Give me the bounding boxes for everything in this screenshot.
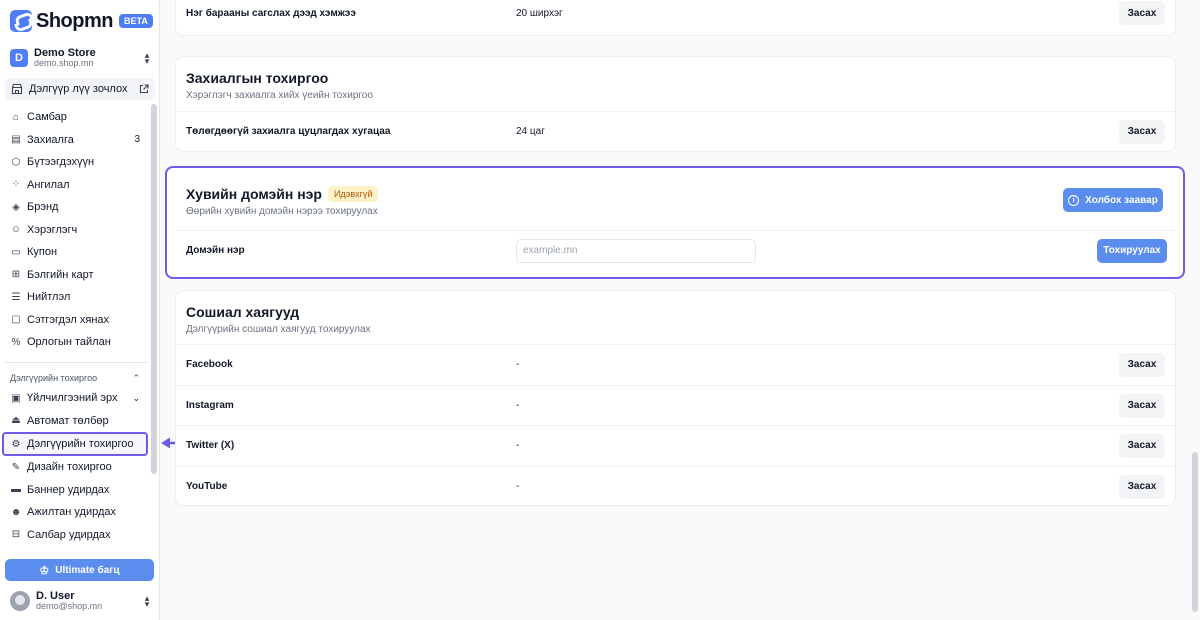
unpaid-order-cancel-value: 24 цаг — [516, 126, 545, 137]
settings-icon: ⚙ — [11, 438, 21, 450]
sidebar-item-staff[interactable]: ☻ Ажилтан удирдах — [0, 501, 150, 524]
custom-domain-title: Хувийн домэйн нэр — [186, 186, 322, 202]
unpaid-order-cancel-label: Төлөгдөөгүй захиалга цуцлагдах хугацаа — [186, 126, 391, 137]
sidebar-item-revenue-report[interactable]: % Орлогын тайлан — [0, 331, 150, 354]
staff-icon: ☻ — [10, 506, 22, 518]
chevron-up-icon: ⌃ — [132, 372, 140, 383]
edit-facebook-button[interactable]: Засах — [1119, 352, 1165, 377]
tag-icon: ◈ — [12, 201, 20, 213]
edit-unpaid-order-button[interactable]: Засах — [1119, 119, 1165, 144]
brush-icon: ✎ — [11, 461, 21, 473]
edit-instagram-button[interactable]: Засах — [1119, 393, 1165, 418]
social-row-instagram: Instagram - Засах — [176, 385, 1175, 425]
gift-icon: ⊞ — [11, 269, 21, 281]
unpaid-order-cancel-row: Төлөгдөөгүй захиалга цуцлагдах хугацаа 2… — [176, 111, 1175, 151]
sidebar-item-store-settings[interactable]: ⚙ Дэлгүүрийн тохиргоо — [2, 432, 148, 456]
sidebar-item-gift-cards[interactable]: ⊞ Бэлгийн карт — [0, 264, 150, 287]
sidebar-item-dashboard[interactable]: ⌂ Самбар — [0, 106, 150, 129]
sidebar-item-auto-payment[interactable]: ⏏ Автомат төлбөр — [0, 410, 150, 433]
sidebar-scrollbar[interactable] — [151, 104, 157, 474]
social-row-twitter: Twitter (X) - Засах — [176, 425, 1175, 465]
ultimate-plan-button[interactable]: ♔ Ultimate багц — [5, 559, 154, 581]
order-settings-subtitle: Хэрэглэгч захиалга хийх үеийн тохиргоо — [186, 90, 373, 101]
report-icon: % — [11, 336, 21, 348]
visit-store-label: Дэлгүүр лүү зочлох — [29, 83, 128, 95]
article-icon: ☰ — [11, 291, 21, 303]
beta-badge: BETA — [119, 14, 153, 28]
order-settings-card: Захиалгын тохиргоо Хэрэглэгч захиалга хи… — [175, 56, 1176, 152]
cart-settings-card: Нэг барааны сагслах дээд хэмжээ 20 ширхэ… — [175, 0, 1176, 36]
apply-domain-button[interactable]: Тохируулах — [1097, 238, 1167, 263]
edit-youtube-button[interactable]: Засах — [1119, 474, 1165, 499]
custom-domain-subtitle: Өөрийн хувийн домэйн нэрээ тохируулах — [186, 206, 378, 217]
brand-logo[interactable]: Shopmn BETA — [10, 8, 153, 34]
home-icon: ⌂ — [12, 111, 20, 123]
settings-nav: ▣ Үйлчилгээний эрх ⌄ ⏏ Автомат төлбөр ⚙ Дэлг… — [0, 387, 150, 546]
subscription-icon: ▣ — [11, 392, 21, 404]
domain-name-row: Домэйн нэр Тохируулах — [176, 230, 1177, 270]
sidebar-item-subscription[interactable]: ▣ Үйлчилгээний эрх ⌄ — [0, 387, 150, 410]
connection-guide-button[interactable]: i Холбох заавар — [1063, 188, 1163, 212]
store-domain: demo.shop.mn — [34, 58, 94, 69]
sidebar-item-categories[interactable]: ⁘ Ангилал — [0, 174, 150, 197]
bank-icon: ⏏ — [11, 415, 21, 427]
custom-domain-card: Хувийн домэйн нэр Идэвхгүй Өөрийн хувийн… — [165, 166, 1185, 279]
sidebar-item-brands[interactable]: ◈ Брэнд — [0, 196, 150, 219]
sidebar: Shopmn BETA D Demo Store demo.shop.mn ▴ ▾… — [0, 0, 160, 620]
store-switcher[interactable]: D Demo Store demo.shop.mn ▴ ▾ — [10, 46, 152, 70]
main-scrollbar[interactable] — [1192, 452, 1198, 612]
main-nav: ⌂ Самбар ▤ Захиалга 3 ⬡ Бүтээгдэхүүн ⁘ Ангила… — [0, 106, 150, 354]
cart-limit-label: Нэг барааны сагслах дээд хэмжээ — [186, 7, 356, 19]
chevron-down-icon: ⌄ — [132, 392, 140, 403]
sidebar-item-banners[interactable]: ▬ Баннер удирдах — [0, 479, 150, 502]
brand-name: Shopmn — [36, 9, 114, 32]
user-email: demo@shop.mn — [36, 601, 103, 612]
shopmn-logo-icon — [10, 10, 32, 32]
status-badge: Идэвхгүй — [327, 186, 379, 202]
box-icon: ⬡ — [11, 156, 21, 168]
social-links-subtitle: Дэлгүүрийн сошиал хаягууд тохируулах — [186, 324, 371, 335]
sidebar-divider — [5, 362, 148, 363]
store-settings-section-header[interactable]: Дэлгүүрийн тохиргоо ⌃ — [0, 370, 150, 386]
external-link-icon — [139, 84, 149, 94]
orders-count: 3 — [134, 134, 140, 146]
sidebar-item-articles[interactable]: ☰ Нийтлэл — [0, 286, 150, 309]
visit-store-button[interactable]: Дэлгүүр лүү зочлох — [5, 78, 155, 100]
order-settings-title: Захиалгын тохиргоо — [186, 70, 329, 86]
social-links-title: Сошиал хаягууд — [186, 304, 300, 320]
sidebar-item-reviews[interactable]: ▢ Сэтгэгдэл хянах — [0, 309, 150, 332]
user-menu[interactable]: D. User demo@shop.mn ▴ ▾ — [10, 590, 152, 612]
sidebar-item-customers[interactable]: ☺ Хэрэглэгч — [0, 219, 150, 242]
info-icon: i — [1068, 194, 1080, 206]
sidebar-item-coupons[interactable]: ▭ Купон — [0, 241, 150, 264]
edit-twitter-button[interactable]: Засах — [1119, 433, 1165, 458]
chevron-up-down-icon: ▴ ▾ — [144, 49, 150, 66]
branch-icon: ⊟ — [11, 529, 21, 541]
comment-icon: ▢ — [11, 314, 21, 326]
sidebar-item-branches[interactable]: ⊟ Салбар удирдах — [0, 524, 150, 547]
sidebar-item-design-settings[interactable]: ✎ Дизайн тохиргоо — [0, 456, 150, 479]
storefront-icon — [11, 83, 23, 95]
users-icon: ☺ — [10, 224, 22, 236]
domain-input[interactable] — [516, 238, 756, 263]
social-links-card: Сошиал хаягууд Дэлгүүрийн сошиал хаягууд… — [175, 290, 1176, 506]
category-icon: ⁘ — [11, 179, 21, 191]
cart-limit-row: Нэг барааны сагслах дээд хэмжээ 20 ширхэ… — [176, 0, 1175, 35]
avatar — [10, 591, 30, 611]
social-row-youtube: YouTube - Засах — [176, 466, 1175, 506]
sidebar-item-orders[interactable]: ▤ Захиалга 3 — [0, 129, 150, 152]
ticket-icon: ▭ — [11, 246, 21, 258]
social-row-facebook: Facebook - Засах — [176, 344, 1175, 384]
chevron-up-down-icon: ▴ ▾ — [144, 592, 150, 609]
sidebar-item-products[interactable]: ⬡ Бүтээгдэхүүн — [0, 151, 150, 174]
domain-name-label: Домэйн нэр — [186, 245, 245, 256]
store-avatar: D — [10, 49, 28, 67]
cart-limit-value: 20 ширхэг — [516, 7, 563, 19]
banner-icon: ▬ — [11, 484, 21, 496]
main-content: Нэг барааны сагслах дээд хэмжээ 20 ширхэ… — [160, 0, 1200, 620]
orders-icon: ▤ — [11, 134, 21, 146]
edit-cart-limit-button[interactable]: Засах — [1119, 1, 1165, 25]
crown-icon: ♔ — [39, 564, 50, 577]
